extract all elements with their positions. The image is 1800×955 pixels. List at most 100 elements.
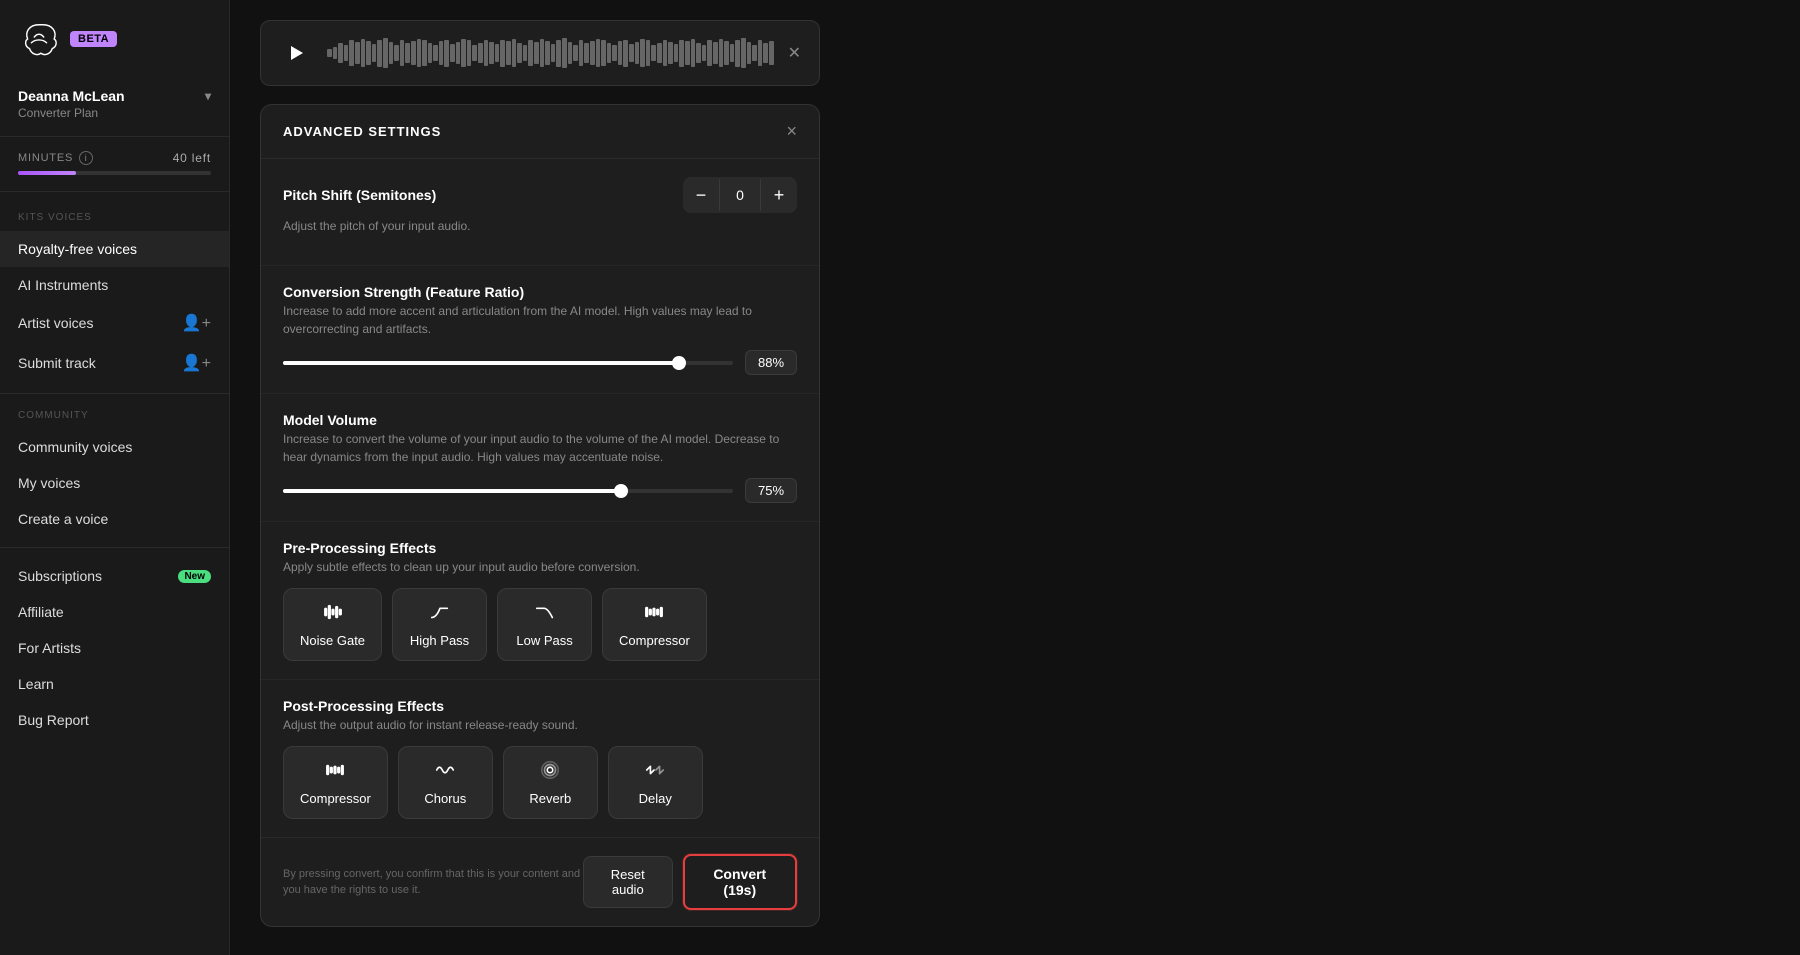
sidebar-item-for-artists[interactable]: For Artists — [0, 630, 229, 666]
waveform-bar — [663, 40, 668, 65]
panel-close-button[interactable]: × — [786, 121, 797, 142]
model-volume-slider-container: 75% — [283, 478, 797, 503]
pitch-increment-button[interactable]: + — [761, 177, 797, 213]
minutes-info-icon[interactable]: i — [79, 151, 93, 165]
pitch-shift-description: Adjust the pitch of your input audio. — [283, 217, 797, 235]
minutes-progress-bar — [18, 171, 211, 175]
waveform-bar — [333, 47, 338, 60]
effect-noise-gate-button[interactable]: Noise Gate — [283, 588, 382, 661]
app-logo — [18, 18, 60, 60]
sidebar-item-label: Create a voice — [18, 511, 108, 527]
waveform-bar — [461, 39, 466, 68]
compressor-icon — [643, 601, 665, 627]
reverb-icon — [539, 759, 561, 785]
post-processing-title: Post-Processing Effects — [283, 698, 444, 714]
sidebar-item-royalty-free-voices[interactable]: Royalty-free voices — [0, 231, 229, 267]
effect-high-pass-button[interactable]: High Pass — [392, 588, 487, 661]
waveform-bar — [685, 41, 690, 64]
waveform-bar — [411, 41, 416, 64]
user-name-text: Deanna McLean — [18, 88, 125, 104]
sidebar-item-community-voices[interactable]: Community voices — [0, 429, 229, 465]
waveform-bar — [579, 40, 584, 65]
add-user-icon-2: 👤+ — [182, 353, 211, 373]
waveform-bar — [467, 40, 472, 65]
effect-compressor-post-button[interactable]: Compressor — [283, 746, 388, 819]
waveform-bar — [372, 44, 377, 62]
sidebar-item-affiliate[interactable]: Affiliate — [0, 594, 229, 630]
post-processing-row: Post-Processing Effects Adjust the outpu… — [261, 680, 819, 837]
sidebar-divider-2 — [0, 547, 229, 548]
pitch-decrement-button[interactable]: − — [683, 177, 719, 213]
model-volume-slider[interactable] — [283, 489, 733, 493]
waveform-bar — [735, 40, 740, 67]
sidebar-item-label: Artist voices — [18, 315, 93, 331]
conversion-strength-title: Conversion Strength (Feature Ratio) — [283, 284, 524, 300]
play-button[interactable] — [279, 36, 313, 70]
pitch-shift-row: Pitch Shift (Semitones) − 0 + Adjust the… — [261, 159, 819, 266]
pitch-shift-header: Pitch Shift (Semitones) − 0 + — [283, 177, 797, 213]
sidebar-item-bug-report[interactable]: Bug Report — [0, 702, 229, 738]
effect-delay-button[interactable]: Delay — [608, 746, 703, 819]
waveform-bar — [730, 44, 735, 62]
conversion-strength-slider[interactable] — [283, 361, 733, 365]
sidebar-item-label: Community voices — [18, 439, 132, 455]
sidebar-item-artist-voices[interactable]: Artist voices 👤+ — [0, 303, 229, 343]
pitch-stepper: − 0 + — [683, 177, 797, 213]
sidebar-item-ai-instruments[interactable]: AI Instruments — [0, 267, 229, 303]
main-content: ✕ ADVANCED SETTINGS × Pitch Shift (Semit… — [230, 0, 1800, 955]
compressor-post-icon — [324, 759, 346, 785]
panel-body: Pitch Shift (Semitones) − 0 + Adjust the… — [261, 159, 819, 837]
waveform-bar — [394, 45, 399, 61]
sidebar-item-submit-track[interactable]: Submit track 👤+ — [0, 343, 229, 383]
user-section[interactable]: Deanna McLean ▾ Converter Plan — [0, 78, 229, 137]
effect-compressor-pre-button[interactable]: Compressor — [602, 588, 707, 661]
waveform-bar — [590, 41, 595, 64]
waveform-bar — [400, 40, 405, 65]
post-processing-effects-grid: Compressor Chorus — [283, 746, 797, 819]
convert-button[interactable]: Convert (19s) — [683, 854, 797, 910]
sidebar-item-label: Bug Report — [18, 712, 89, 728]
effect-reverb-button[interactable]: Reverb — [503, 746, 598, 819]
waveform-bar — [573, 45, 578, 61]
model-volume-thumb[interactable] — [614, 484, 628, 498]
waveform-bar — [534, 42, 539, 64]
sidebar-item-create-a-voice[interactable]: Create a voice — [0, 501, 229, 537]
waveform-bar — [389, 42, 394, 64]
sidebar: BETA Deanna McLean ▾ Converter Plan MINU… — [0, 0, 230, 955]
user-name-row[interactable]: Deanna McLean ▾ — [18, 88, 211, 104]
reset-audio-button[interactable]: Reset audio — [583, 856, 673, 908]
sidebar-item-learn[interactable]: Learn — [0, 666, 229, 702]
effect-chorus-button[interactable]: Chorus — [398, 746, 493, 819]
waveform-bar — [361, 39, 366, 68]
close-player-button[interactable]: ✕ — [788, 43, 801, 63]
conversion-strength-thumb[interactable] — [672, 356, 686, 370]
waveform-bar — [545, 41, 550, 64]
reverb-label: Reverb — [529, 791, 571, 806]
waveform-bar — [428, 43, 433, 63]
effect-low-pass-button[interactable]: Low Pass — [497, 588, 592, 661]
waveform-bar — [472, 45, 477, 61]
waveform-bar — [355, 42, 360, 64]
waveform-bar — [495, 44, 500, 62]
waveform-bar — [450, 44, 455, 62]
pitch-value: 0 — [719, 179, 761, 211]
model-volume-row: Model Volume Increase to convert the vol… — [261, 394, 819, 522]
delay-label: Delay — [639, 791, 672, 806]
waveform-bar — [584, 43, 589, 63]
user-plan-text: Converter Plan — [18, 106, 211, 120]
sidebar-item-subscriptions[interactable]: Subscriptions New — [0, 558, 229, 594]
waveform-bar — [752, 45, 757, 61]
waveform-bar — [500, 40, 505, 67]
sidebar-item-my-voices[interactable]: My voices — [0, 465, 229, 501]
conversion-strength-row: Conversion Strength (Feature Ratio) Incr… — [261, 266, 819, 394]
chorus-label: Chorus — [424, 791, 466, 806]
minutes-bar-fill — [18, 171, 76, 175]
pre-processing-title: Pre-Processing Effects — [283, 540, 436, 556]
high-pass-icon — [429, 601, 451, 627]
compressor-post-label: Compressor — [300, 791, 371, 806]
minutes-label-text: MINUTES — [18, 152, 73, 164]
sidebar-logo-area: BETA — [0, 18, 229, 78]
sidebar-divider-1 — [0, 393, 229, 394]
waveform-bar — [719, 39, 724, 68]
waveform-bar — [758, 40, 763, 65]
